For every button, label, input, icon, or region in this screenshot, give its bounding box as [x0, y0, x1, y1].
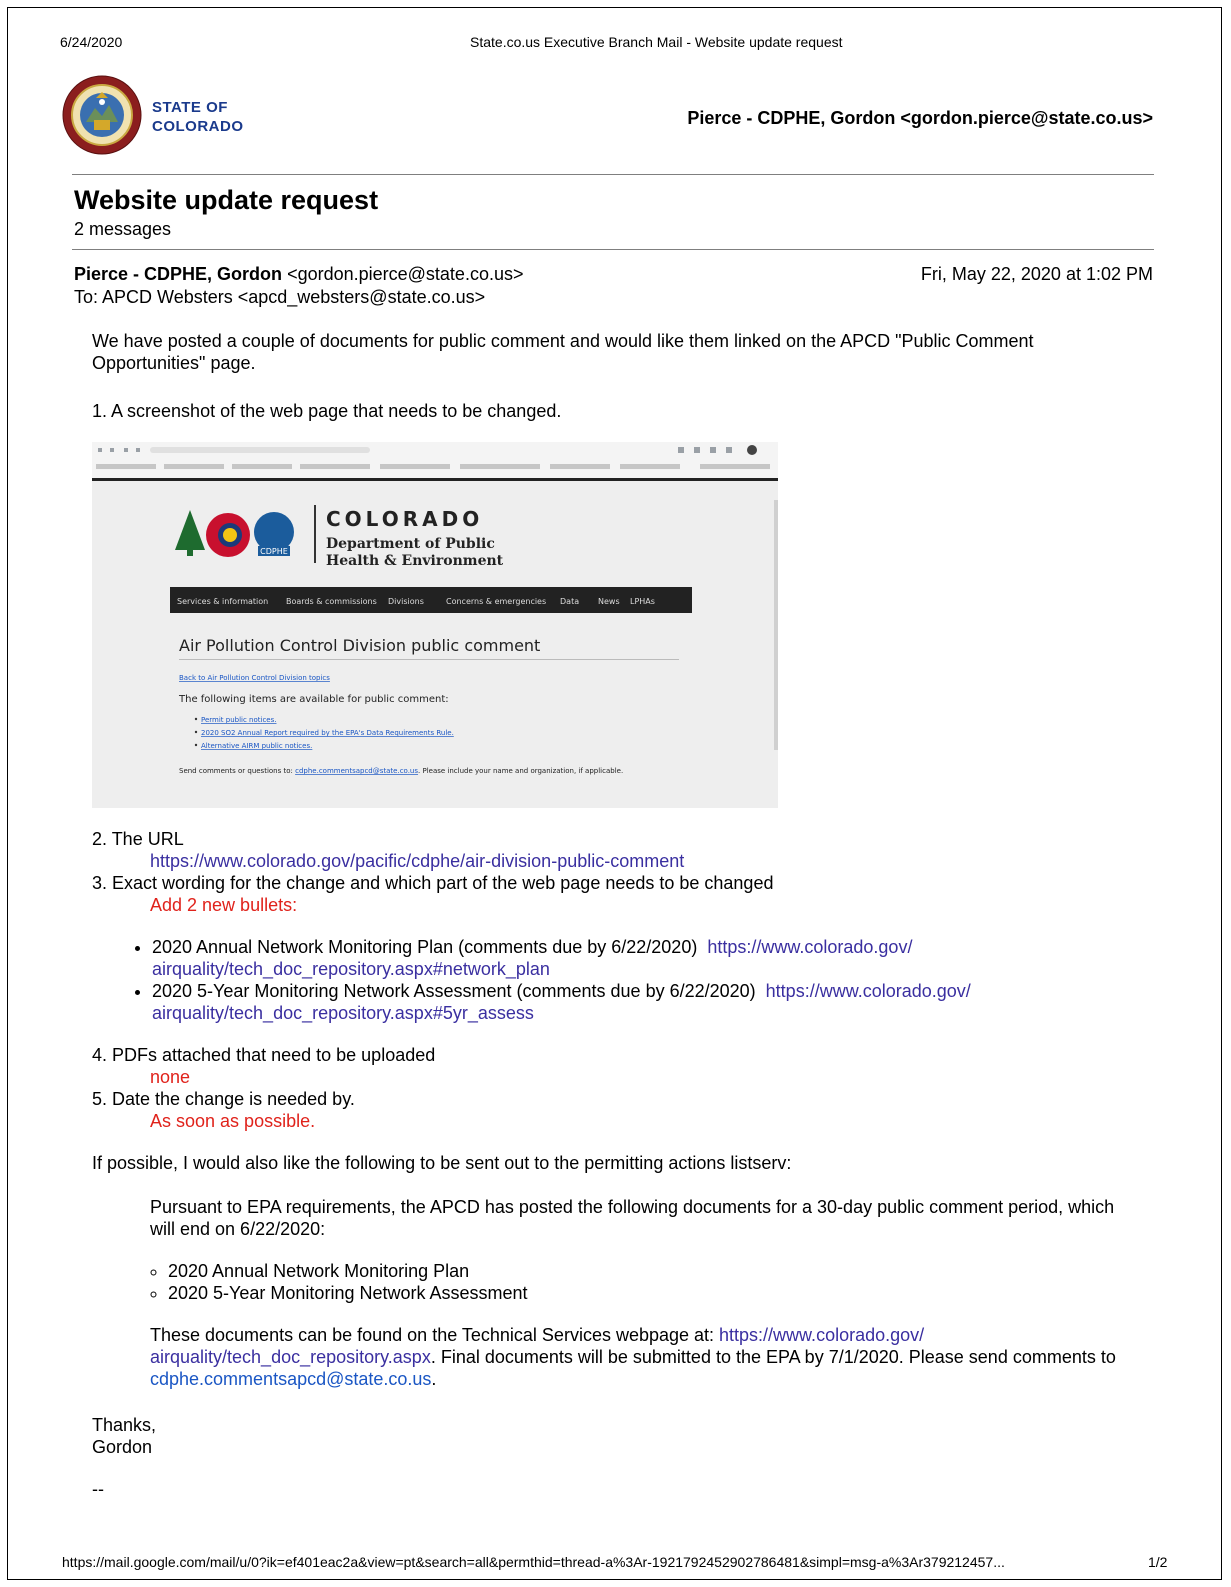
print-footer-url: https://mail.google.com/mail/u/0?ik=ef40… — [62, 1554, 1005, 1570]
listserv-paragraph: If possible, I would also like the follo… — [92, 1153, 792, 1173]
item-1: 1. A screenshot of the web page that nee… — [92, 401, 562, 421]
print-title: State.co.us Executive Branch Mail - Webs… — [470, 34, 843, 50]
recipient: To: APCD Websters <apcd_websters@state.c… — [74, 287, 486, 307]
add-bullets-note: Add 2 new bullets: — [150, 895, 298, 915]
print-date: 6/24/2020 — [60, 34, 123, 50]
signature: Gordon — [92, 1437, 153, 1457]
divider — [72, 174, 1154, 175]
item-5-answer: As soon as possible. — [150, 1111, 316, 1131]
listserv-quote: Pursuant to EPA requirements, the APCD h… — [92, 1196, 1132, 1390]
thanks: Thanks, — [92, 1415, 157, 1435]
page-number: 1/2 — [1148, 1554, 1168, 1570]
list-item: 2020 Annual Network Monitoring Plan (com… — [152, 936, 1132, 980]
documents-list: 2020 Annual Network Monitoring Plan 2020… — [140, 1260, 1132, 1304]
url-link[interactable]: https://www.colorado.gov/pacific/cdphe/a… — [150, 851, 684, 871]
item-3: 3. Exact wording for the change and whic… — [92, 873, 774, 893]
list-item: 2020 5-Year Monitoring Network Assessmen… — [152, 980, 1132, 1024]
state-name: STATE OF COLORADO — [152, 99, 244, 135]
message-body: We have posted a couple of documents for… — [92, 330, 1132, 1500]
list-item: 2020 5-Year Monitoring Network Assessmen… — [168, 1282, 1132, 1304]
message-date: Fri, May 22, 2020 at 1:02 PM — [920, 264, 1153, 284]
sender: Pierce - CDPHE, Gordon <gordon.pierce@st… — [74, 264, 524, 284]
item-4: 4. PDFs attached that need to be uploade… — [92, 1045, 436, 1065]
signature-separator: -- — [92, 1479, 104, 1499]
item-5: 5. Date the change is needed by. — [92, 1089, 355, 1109]
item-2: 2. The URL — [92, 829, 184, 849]
intro-paragraph: We have posted a couple of documents for… — [92, 331, 1034, 373]
account-name: Pierce - CDPHE, Gordon <gordon.pierce@st… — [687, 108, 1153, 128]
comments-email-link[interactable]: cdphe.commentsapcd@state.co.us — [150, 1369, 431, 1389]
item-4-answer: none — [150, 1067, 191, 1087]
list-item: 2020 Annual Network Monitoring Plan — [168, 1260, 1132, 1282]
pursuant-paragraph: Pursuant to EPA requirements, the APCD h… — [150, 1197, 1115, 1239]
new-bullets-list: 2020 Annual Network Monitoring Plan (com… — [92, 936, 1132, 1024]
message-count: 2 messages — [74, 219, 172, 239]
found-paragraph: These documents can be found on the Tech… — [150, 1325, 1116, 1389]
thread-subject: Website update request — [74, 185, 379, 215]
state-seal-icon — [62, 75, 142, 155]
divider — [72, 249, 1154, 250]
